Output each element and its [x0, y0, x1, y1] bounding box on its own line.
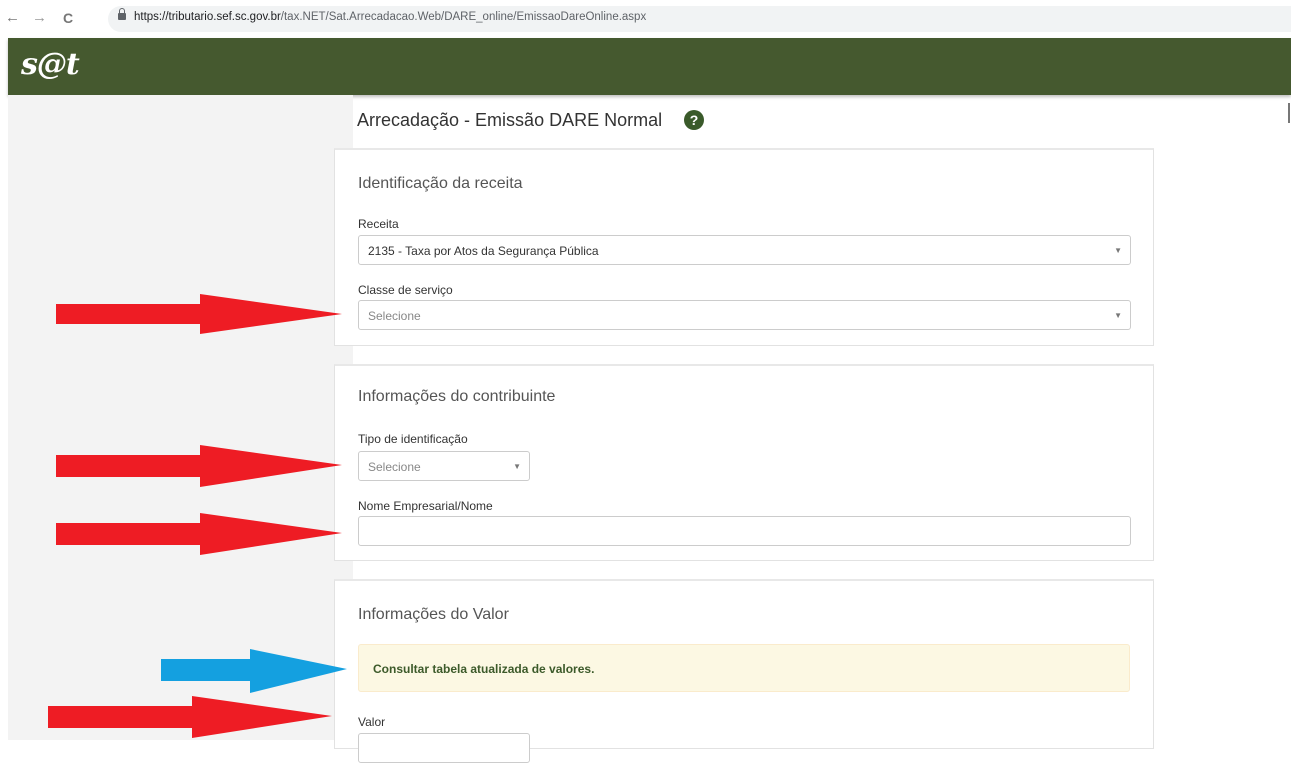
red-arrow-icon: [48, 696, 332, 738]
valor-input[interactable]: [358, 733, 530, 763]
nome-empresarial-label: Nome Empresarial/Nome: [358, 499, 493, 513]
tipo-identificacao-select[interactable]: Selecione ▼: [358, 451, 530, 481]
consultar-tabela-link[interactable]: Consultar tabela atualizada de valores.: [373, 662, 594, 676]
chevron-down-icon: ▼: [513, 462, 521, 471]
url-path: /tax.NET/Sat.Arrecadacao.Web/DARE_online…: [280, 11, 647, 23]
back-icon[interactable]: ←: [5, 9, 20, 27]
scrollbar-thumb[interactable]: [1288, 103, 1290, 123]
valor-label: Valor: [358, 715, 386, 729]
chevron-down-icon: ▼: [1114, 246, 1122, 255]
red-arrow-icon: [56, 513, 342, 555]
address-bar[interactable]: https://tributario.sef.sc.gov.br/tax.NET…: [108, 6, 1291, 32]
page-title: Arrecadação - Emissão DARE Normal: [357, 110, 663, 130]
card-identificacao-receita: Identificação da receita Receita 2135 - …: [334, 148, 1154, 346]
lock-icon: [118, 8, 126, 20]
browser-toolbar: ← → C https://tributario.sef.sc.gov.br/t…: [0, 0, 1291, 38]
url-text: https://tributario.sef.sc.gov.br/tax.NET…: [134, 11, 646, 23]
receita-select[interactable]: 2135 - Taxa por Atos da Segurança Públic…: [358, 235, 1131, 265]
classe-servico-select[interactable]: Selecione ▼: [358, 300, 1131, 330]
scrollbar[interactable]: [1287, 100, 1291, 740]
sat-logo[interactable]: s@t: [21, 47, 80, 82]
url-host: https://tributario.sef.sc.gov.br: [134, 11, 281, 23]
classe-servico-placeholder: Selecione: [368, 309, 421, 323]
nome-empresarial-input[interactable]: [358, 516, 1131, 546]
card-informacoes-contribuinte: Informações do contribuinte Tipo de iden…: [334, 364, 1154, 561]
section-title-contribuinte: Informações do contribuinte: [358, 388, 556, 405]
app-header: s@t: [8, 38, 1291, 95]
reload-icon[interactable]: C: [63, 9, 73, 27]
tipo-identificacao-label: Tipo de identificação: [358, 432, 468, 446]
section-title-receita: Identificação da receita: [358, 175, 523, 192]
receita-selected-value: 2135 - Taxa por Atos da Segurança Públic…: [368, 244, 599, 258]
chevron-down-icon: ▼: [1114, 311, 1122, 320]
blue-arrow-icon: [161, 649, 347, 693]
classe-servico-label: Classe de serviço: [358, 283, 453, 297]
red-arrow-icon: [56, 294, 342, 334]
forward-icon[interactable]: →: [32, 9, 47, 27]
help-icon[interactable]: ?: [684, 110, 704, 130]
card-informacoes-valor: Informações do Valor Consultar tabela at…: [334, 579, 1154, 763]
tipo-identificacao-placeholder: Selecione: [368, 460, 421, 474]
red-arrow-icon: [56, 445, 342, 487]
section-title-valor: Informações do Valor: [358, 606, 509, 623]
info-alert: Consultar tabela atualizada de valores.: [358, 644, 1130, 692]
receita-label: Receita: [358, 217, 399, 231]
left-background: [8, 95, 353, 740]
